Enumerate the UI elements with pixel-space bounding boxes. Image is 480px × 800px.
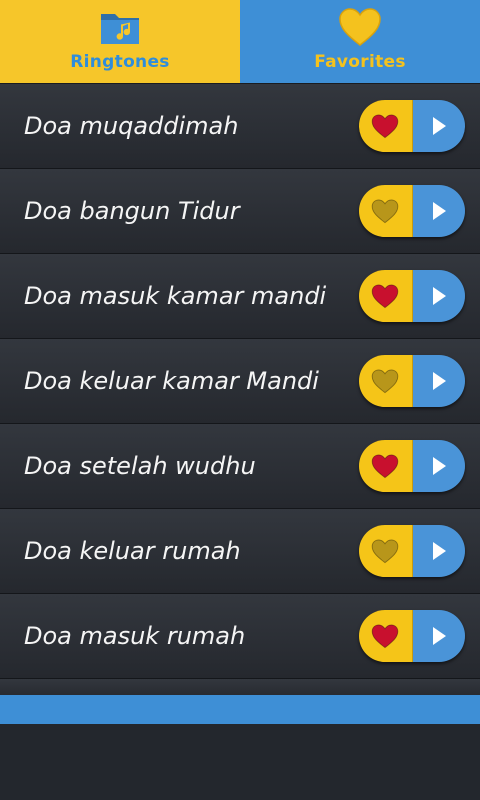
play-icon xyxy=(432,202,446,220)
heart-icon xyxy=(371,199,399,224)
favorite-button[interactable] xyxy=(359,100,413,152)
tab-bar: Ringtones Favorites xyxy=(0,0,480,84)
play-icon xyxy=(432,542,446,560)
play-button[interactable] xyxy=(412,270,465,322)
play-button[interactable] xyxy=(412,525,465,577)
list-item-title: Doa muqaddimah xyxy=(24,112,239,140)
ringtone-list[interactable]: Doa muqaddimah Doa bangun Tidur Doa masuk … xyxy=(0,84,480,695)
list-item[interactable]: Doa keluar rumah xyxy=(0,509,480,594)
play-icon xyxy=(432,627,446,645)
list-item-title: Doa keluar kamar Mandi xyxy=(24,367,319,395)
heart-icon xyxy=(371,284,399,309)
list-item[interactable]: Doa muqaddimah xyxy=(0,84,480,169)
action-pill xyxy=(359,355,465,407)
list-item-title: Doa keluar rumah xyxy=(24,537,241,565)
bottom-bar xyxy=(0,695,480,724)
tab-favorites-label: Favorites xyxy=(314,52,406,72)
favorite-button[interactable] xyxy=(359,185,413,237)
list-item-title: Doa masuk kamar mandi xyxy=(24,282,327,310)
favorite-button[interactable] xyxy=(359,440,413,492)
list-item[interactable]: Doa masuk rumah xyxy=(0,594,480,679)
heart-icon xyxy=(371,369,399,394)
action-pill xyxy=(359,185,465,237)
footer-area xyxy=(0,724,480,800)
action-pill xyxy=(359,440,465,492)
heart-icon xyxy=(371,454,399,479)
favorite-button[interactable] xyxy=(359,525,413,577)
music-folder-icon xyxy=(101,14,139,44)
play-icon xyxy=(432,457,446,475)
list-item-title: Doa masuk rumah xyxy=(24,622,246,650)
heart-icon xyxy=(371,114,399,139)
action-pill xyxy=(359,610,465,662)
heart-icon xyxy=(371,624,399,649)
heart-icon xyxy=(371,539,399,564)
play-button[interactable] xyxy=(412,355,465,407)
play-icon xyxy=(432,117,446,135)
list-item-title: Doa bangun Tidur xyxy=(24,197,240,225)
play-button[interactable] xyxy=(412,610,465,662)
play-icon xyxy=(432,287,446,305)
play-button[interactable] xyxy=(412,100,465,152)
action-pill xyxy=(359,100,465,152)
favorite-button[interactable] xyxy=(359,355,413,407)
action-pill xyxy=(359,525,465,577)
list-item[interactable]: Doa setelah wudhu xyxy=(0,424,480,509)
play-icon xyxy=(432,372,446,390)
list-item[interactable]: Doa keluar kamar Mandi xyxy=(0,339,480,424)
list-item[interactable]: Doa bangun Tidur xyxy=(0,169,480,254)
tab-ringtones[interactable]: Ringtones xyxy=(0,0,240,83)
tab-favorites[interactable]: Favorites xyxy=(240,0,480,83)
play-button[interactable] xyxy=(412,185,465,237)
favorite-button[interactable] xyxy=(359,270,413,322)
play-button[interactable] xyxy=(412,440,465,492)
list-item[interactable]: Doa masuk kamar mandi xyxy=(0,254,480,339)
heart-icon xyxy=(339,8,381,46)
list-item-partial xyxy=(0,679,480,695)
list-item-title: Doa setelah wudhu xyxy=(24,452,256,480)
favorite-button[interactable] xyxy=(359,610,413,662)
tab-ringtones-label: Ringtones xyxy=(70,52,170,72)
action-pill xyxy=(359,270,465,322)
